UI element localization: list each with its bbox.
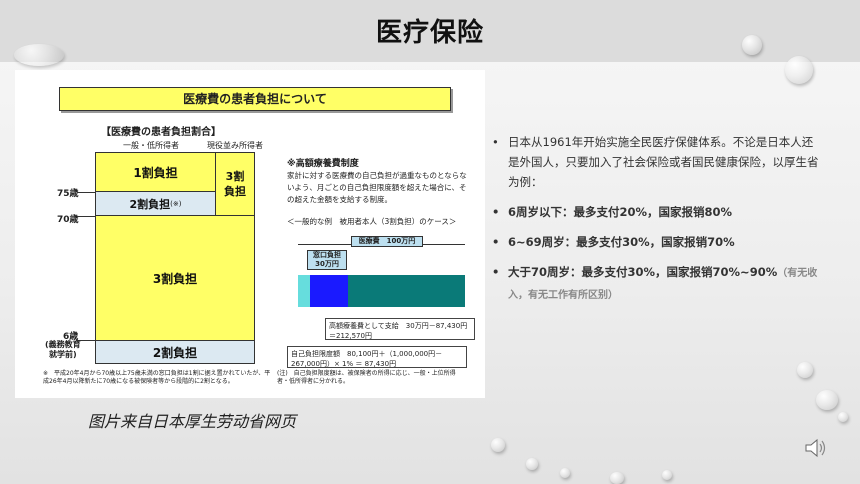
age-70-label: 70歳	[57, 215, 79, 225]
slide-title: 医疗保险	[375, 18, 484, 48]
water-drop-decoration	[838, 412, 848, 422]
high-cost-title: ※高額療養費制度	[287, 159, 359, 169]
water-drop-decoration	[14, 44, 64, 66]
footnote-right: (注) 自己負担限度額は、被保険者の所得に応じ、一般・上位所得者・低所得者に分か…	[277, 370, 456, 385]
water-drop-decoration	[742, 35, 762, 55]
figure-caption: 图片来自日本厚生劳动省网页	[88, 412, 297, 431]
footnote-left: ※ 平成20年4月から70歳以上75歳未満の窓口負担は1割に据え置かれていたが、…	[43, 370, 271, 385]
water-drop-decoration	[816, 390, 838, 410]
age-70-line	[77, 216, 95, 217]
bullet-item: 6~69周岁：最多支付30%，国家报销70%	[490, 232, 820, 252]
bullet-item: 大于70周岁：最多支付30%，国家报销70%~90%（有无收入，有无工作有所区别…	[490, 262, 820, 306]
water-drop-decoration	[610, 472, 624, 484]
box-30-percent-high-income: 3割 負担	[215, 152, 255, 216]
refund-box: 高額療養費として支給 30万円－87,430円＝212,570円	[325, 318, 475, 340]
window-payment-label: 窓口負担 30万円	[307, 250, 347, 270]
column-general: 一般・低所得者	[123, 141, 179, 150]
water-drop-decoration	[662, 470, 672, 480]
box-20-percent-child: 2割負担	[95, 340, 255, 364]
cost-bar-cyan	[298, 275, 310, 307]
box-30-percent-main: 3割負担	[95, 215, 255, 341]
age-75-line	[77, 192, 95, 193]
total-cost-label: 医療費 100万円	[351, 236, 423, 247]
bullet-item: 日本从1961年开始实施全民医疗保健体系。不论是日本人还是外国人，只要加入了社会…	[490, 132, 820, 192]
bullet-list: 日本从1961年开始实施全民医疗保健体系。不论是日本人还是外国人，只要加入了社会…	[490, 132, 820, 316]
cost-bar-teal	[348, 275, 465, 307]
water-drop-decoration	[797, 362, 813, 378]
water-drop-decoration	[491, 438, 505, 452]
column-income: 現役並み所得者	[207, 141, 263, 150]
figure-section-title: 【医療費の患者負担割合】	[101, 127, 221, 138]
high-cost-example: ＜一般的な例 被用者本人（3割負担）のケース＞	[287, 217, 457, 226]
water-drop-decoration	[560, 468, 570, 478]
bullet-item: 6周岁以下：最多支付20%，国家报销80%	[490, 202, 820, 222]
box-20-percent-70-75: 2割負担 (※)	[95, 191, 216, 216]
insurance-figure: 医療費の患者負担について 【医療費の患者負担割合】 一般・低所得者 現役並み所得…	[15, 70, 485, 398]
limit-box: 自己負担限度額 80,100円＋（1,000,000円－267,000円）× 1…	[287, 346, 467, 368]
cost-bar-blue	[310, 275, 348, 307]
box-10-percent: 1割負担	[95, 152, 216, 192]
water-drop-decoration	[526, 458, 538, 470]
high-cost-desc: 家計に対する医療費の自己負担が過重なものとならないよう、月ごとの自己負担限度額を…	[287, 171, 467, 204]
age-6-note: (義務教育 就学前)	[45, 340, 81, 359]
slide: 医疗保险 医療費の患者負担について 【医療費の患者負担割合】 一般・低所得者 現…	[0, 0, 860, 484]
figure-header: 医療費の患者負担について	[59, 87, 451, 111]
water-drop-decoration	[785, 56, 813, 84]
speaker-icon[interactable]	[804, 438, 828, 458]
age-75-label: 75歳	[57, 189, 79, 199]
